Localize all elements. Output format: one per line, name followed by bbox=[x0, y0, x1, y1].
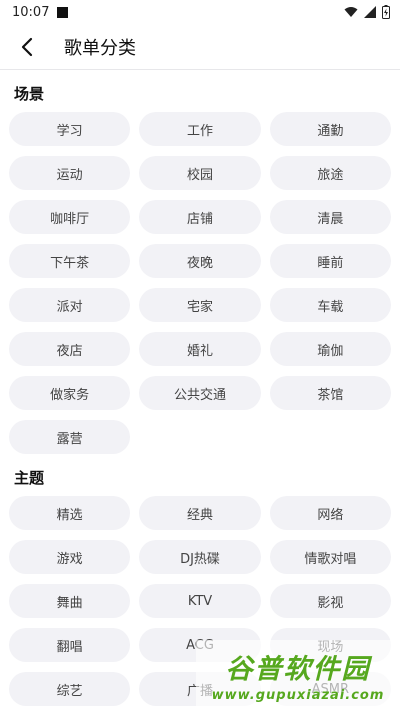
section-scene: 场景 学习 工作 通勤 运动 校园 旅途 咖啡厅 店铺 清晨 下午茶 夜晚 睡前… bbox=[9, 70, 391, 454]
tag-button[interactable]: 公共交通 bbox=[139, 376, 261, 410]
tag-button[interactable]: 翻唱 bbox=[9, 628, 131, 662]
tag-button[interactable]: 宅家 bbox=[139, 288, 261, 322]
tag-button[interactable]: 情歌对唱 bbox=[269, 540, 391, 574]
section-theme: 主题 精选 经典 网络 游戏 DJ热碟 情歌对唱 舞曲 KTV 影视 翻唱 AC… bbox=[9, 454, 391, 706]
battery-icon bbox=[382, 5, 390, 19]
tag-button[interactable]: 婚礼 bbox=[139, 332, 261, 366]
category-list: 场景 学习 工作 通勤 运动 校园 旅途 咖啡厅 店铺 清晨 下午茶 夜晚 睡前… bbox=[0, 70, 400, 706]
tag-button[interactable]: KTV bbox=[139, 584, 261, 618]
tag-button[interactable]: 精选 bbox=[9, 496, 131, 530]
tag-button[interactable]: ASMR bbox=[269, 672, 391, 706]
tag-button[interactable]: 广播 bbox=[139, 672, 261, 706]
tag-button[interactable]: 派对 bbox=[9, 288, 131, 322]
tag-button[interactable]: 做家务 bbox=[9, 376, 131, 410]
tag-button[interactable]: 下午茶 bbox=[9, 244, 131, 278]
tag-button[interactable]: 旅途 bbox=[269, 156, 391, 190]
tag-button[interactable]: 校园 bbox=[139, 156, 261, 190]
back-button[interactable] bbox=[12, 32, 42, 62]
tag-button[interactable]: 车载 bbox=[269, 288, 391, 322]
tag-button[interactable]: 咖啡厅 bbox=[9, 200, 131, 234]
tag-button[interactable]: 影视 bbox=[269, 584, 391, 618]
tag-grid: 学习 工作 通勤 运动 校园 旅途 咖啡厅 店铺 清晨 下午茶 夜晚 睡前 派对… bbox=[9, 112, 391, 454]
tag-button[interactable]: 清晨 bbox=[269, 200, 391, 234]
tag-button[interactable]: 睡前 bbox=[269, 244, 391, 278]
tag-button[interactable]: ACG bbox=[139, 628, 261, 662]
status-time: 10:07 bbox=[12, 4, 50, 20]
tag-grid: 精选 经典 网络 游戏 DJ热碟 情歌对唱 舞曲 KTV 影视 翻唱 ACG 现… bbox=[9, 496, 391, 706]
tag-button[interactable]: 店铺 bbox=[139, 200, 261, 234]
arrow-left-icon bbox=[21, 37, 33, 56]
status-bar: 10:07 bbox=[0, 0, 400, 24]
tag-button[interactable]: 瑜伽 bbox=[269, 332, 391, 366]
notification-icon bbox=[57, 6, 69, 18]
tag-button[interactable]: 运动 bbox=[9, 156, 131, 190]
tag-button[interactable]: 网络 bbox=[269, 496, 391, 530]
tag-button[interactable]: 经典 bbox=[139, 496, 261, 530]
signal-icon bbox=[364, 6, 376, 18]
tag-button[interactable]: 综艺 bbox=[9, 672, 131, 706]
tag-button[interactable]: 通勤 bbox=[269, 112, 391, 146]
tag-button[interactable]: 学习 bbox=[9, 112, 131, 146]
tag-button[interactable]: 夜店 bbox=[9, 332, 131, 366]
wifi-icon bbox=[344, 7, 358, 17]
tag-button[interactable]: 茶馆 bbox=[269, 376, 391, 410]
tag-button[interactable]: 现场 bbox=[269, 628, 391, 662]
tag-button[interactable]: 工作 bbox=[139, 112, 261, 146]
app-bar: 歌单分类 bbox=[0, 24, 400, 70]
section-title: 场景 bbox=[14, 85, 45, 103]
section-title: 主题 bbox=[14, 469, 45, 487]
tag-button[interactable]: 舞曲 bbox=[9, 584, 131, 618]
tag-button[interactable]: DJ热碟 bbox=[139, 540, 261, 574]
tag-button[interactable]: 游戏 bbox=[9, 540, 131, 574]
tag-button[interactable]: 夜晚 bbox=[139, 244, 261, 278]
page-title: 歌单分类 bbox=[64, 37, 136, 59]
tag-button[interactable]: 露营 bbox=[9, 420, 131, 454]
